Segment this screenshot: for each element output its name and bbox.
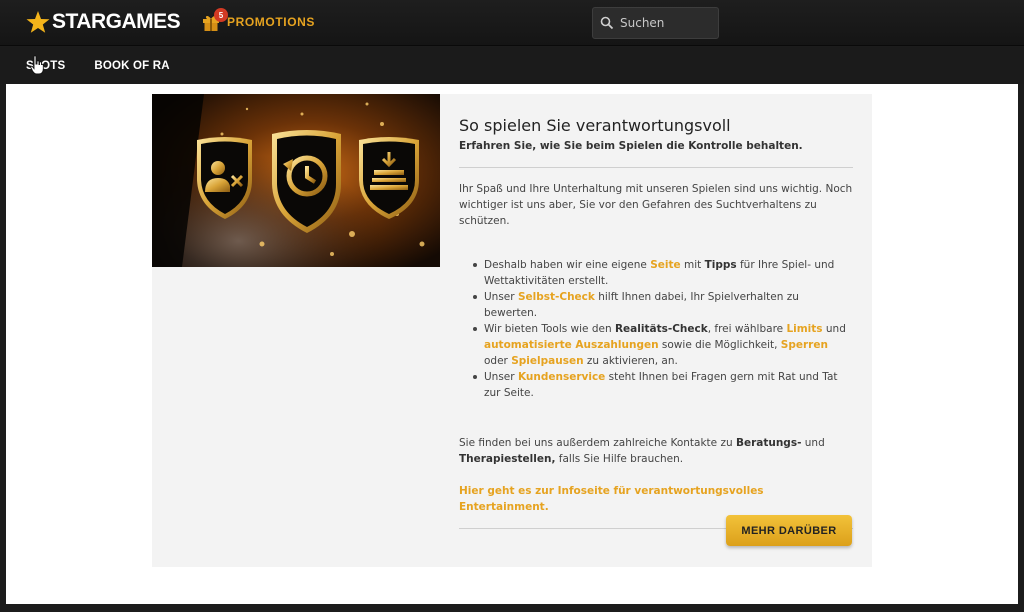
limits-link[interactable]: Limits — [786, 323, 822, 335]
promotions-count-badge: 5 — [214, 8, 228, 22]
list-item: Unser Selbst-Check hilft Ihnen dabei, Ih… — [473, 289, 853, 321]
search-input[interactable] — [620, 16, 710, 30]
cursor-hand-icon — [30, 55, 44, 75]
customer-service-link[interactable]: Kundenservice — [518, 371, 605, 383]
tips-page-link[interactable]: Seite — [650, 259, 680, 271]
contacts-text: Sie finden bei uns außerdem zahlreiche K… — [459, 437, 736, 449]
banner-illustration — [152, 94, 440, 267]
info-text-column: So spielen Sie verantwortungsvoll Erfahr… — [459, 115, 853, 529]
more-info-button[interactable]: MEHR DARÜBER — [726, 515, 852, 546]
category-nav: SLOTS BOOK OF RA — [0, 47, 1024, 84]
promotions-label: PROMOTIONS — [227, 15, 316, 29]
list-text: Deshalb haben wir eine eigene — [484, 259, 651, 271]
contacts-paragraph: Sie finden bei uns außerdem zahlreiche K… — [459, 435, 853, 467]
list-text: sowie die Möglichkeit, — [658, 339, 781, 351]
list-text: und — [822, 323, 846, 335]
main-content: So spielen Sie verantwortungsvoll Erfahr… — [6, 84, 1018, 604]
list-text: mit — [680, 259, 705, 271]
list-text: , frei wählbare — [707, 323, 787, 335]
list-text: zu aktivieren, an. — [583, 355, 678, 367]
search-icon — [600, 16, 614, 30]
list-item: Wir bieten Tools wie den Realitäts-Check… — [473, 321, 853, 369]
promotions-button[interactable]: 5 PROMOTIONS — [201, 8, 316, 33]
page-title: So spielen Sie verantwortungsvoll — [459, 116, 731, 135]
stargames-logo[interactable]: STARGAMES — [26, 7, 181, 37]
counseling-bold: Beratungs- — [735, 437, 802, 449]
divider — [459, 167, 853, 168]
logo-text: STARGAMES — [52, 10, 181, 33]
nav-item-book-of-ra[interactable]: BOOK OF RA — [94, 60, 169, 72]
self-check-link[interactable]: Selbst-Check — [518, 291, 595, 303]
responsible-gaming-card: So spielen Sie verantwortungsvoll Erfahr… — [152, 94, 872, 567]
tips-bold: Tipps — [704, 259, 737, 271]
blocks-link[interactable]: Sperren — [781, 339, 828, 351]
list-text: Wir bieten Tools wie den — [484, 323, 615, 335]
responsible-gaming-list: Deshalb haben wir eine eigene Seite mit … — [459, 257, 853, 401]
responsible-entertainment-info-link[interactable]: Hier geht es zur Infoseite für verantwor… — [459, 483, 853, 515]
reality-check-bold: Realitäts-Check — [614, 323, 708, 335]
responsible-gaming-banner — [152, 94, 440, 267]
contacts-text: falls Sie Hilfe brauchen. — [555, 453, 684, 465]
auto-payout-link[interactable]: automatisierte Auszahlungen — [484, 339, 659, 351]
top-header: STARGAMES 5 PROMOTIONS — [0, 0, 1024, 46]
intro-paragraph: Ihr Spaß und Ihre Unterhaltung mit unser… — [459, 183, 853, 227]
page-subtitle: Erfahren Sie, wie Sie beim Spielen die K… — [459, 140, 803, 152]
star-icon — [26, 11, 50, 33]
list-item: Deshalb haben wir eine eigene Seite mit … — [473, 257, 853, 289]
contacts-text: und — [801, 437, 825, 449]
search-box[interactable] — [592, 7, 719, 39]
therapy-bold: Therapiestellen, — [459, 453, 556, 465]
list-text: Unser — [484, 371, 518, 383]
list-text: Unser — [484, 291, 518, 303]
game-breaks-link[interactable]: Spielpausen — [511, 355, 583, 367]
list-item: Unser Kundenservice steht Ihnen bei Frag… — [473, 369, 853, 401]
list-text: oder — [484, 355, 512, 367]
gift-icon: 5 — [201, 8, 228, 32]
